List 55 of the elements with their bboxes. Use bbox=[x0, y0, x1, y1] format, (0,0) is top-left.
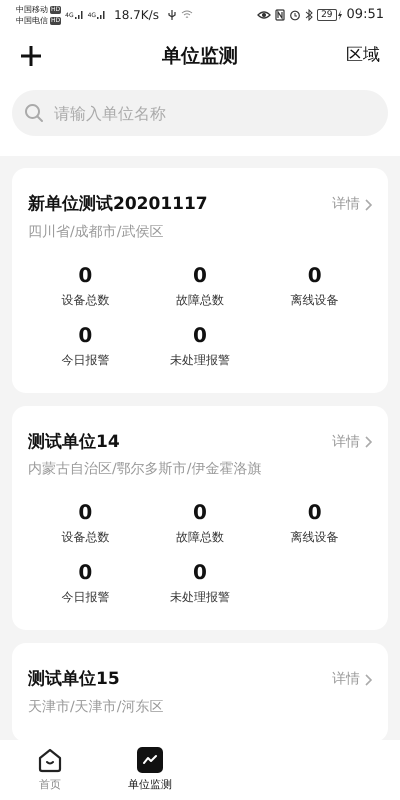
stat-label: 故障总数 bbox=[176, 529, 224, 546]
bluetooth-icon bbox=[305, 9, 314, 21]
signal-icon bbox=[74, 10, 84, 20]
unit-address: 天津市/天津市/河东区 bbox=[28, 698, 164, 716]
network-speed: 18.7K/s bbox=[114, 7, 159, 24]
chevron-icon bbox=[364, 198, 372, 211]
battery-level: 29 bbox=[317, 9, 337, 21]
stat-value: 0 bbox=[193, 322, 207, 346]
stat-label: 今日报警 bbox=[61, 352, 110, 368]
chart-icon bbox=[137, 746, 163, 773]
stat-label: 离线设备 bbox=[290, 292, 339, 308]
stat-label: 今日报警 bbox=[61, 589, 110, 606]
stat-value: 0 bbox=[193, 262, 207, 286]
wifi-icon bbox=[180, 10, 193, 20]
stat-label: 设备总数 bbox=[61, 292, 110, 308]
search-icon bbox=[24, 103, 44, 123]
search-field[interactable]: 请输入单位名称 bbox=[12, 90, 388, 136]
eye-icon bbox=[257, 10, 272, 20]
stat-label: 设备总数 bbox=[61, 529, 110, 546]
unit-address: 内蒙古自治区/鄂尔多斯市/伊金霍洛旗 bbox=[28, 460, 262, 479]
stat-value: 0 bbox=[78, 322, 92, 346]
signal-icon bbox=[96, 10, 106, 20]
nfc-icon bbox=[275, 9, 286, 21]
nav-tab[interactable]: 单位监测 bbox=[100, 740, 200, 800]
stat-value: 0 bbox=[193, 560, 207, 584]
stat-value: 0 bbox=[78, 500, 92, 524]
stat-value: 0 bbox=[78, 262, 92, 286]
stat-value: 0 bbox=[308, 500, 322, 524]
stat-label: 未处理报警 bbox=[170, 589, 230, 606]
stat-value: 0 bbox=[308, 262, 322, 286]
nav-tab[interactable]: 首页 bbox=[0, 740, 100, 800]
unit-name: 测试单位14 bbox=[28, 430, 120, 454]
unit-name: 新单位测试20201117 bbox=[28, 193, 208, 216]
clock-time: 09:51 bbox=[346, 6, 384, 24]
charging-icon bbox=[336, 10, 343, 20]
unit-card[interactable]: 测试单位15 详情 天津市/天津市/河东区 bbox=[12, 643, 388, 740]
page-title: 单位监测 bbox=[162, 44, 238, 69]
unit-card[interactable]: 新单位测试20201117 详情 四川省/成都市/武侯区 0 设备总数 0 故障总数 0 离线设备 0 今日报警 0 未处理报警 bbox=[12, 168, 388, 392]
chevron-icon bbox=[364, 436, 372, 448]
unit-name: 测试单位15 bbox=[28, 668, 120, 691]
stat-label: 离线设备 bbox=[290, 529, 339, 546]
chevron-icon bbox=[364, 674, 372, 686]
stat-label: 故障总数 bbox=[176, 292, 224, 308]
alarm-icon bbox=[289, 9, 302, 21]
usb-icon bbox=[166, 9, 177, 21]
stat-value: 0 bbox=[193, 500, 207, 524]
stat-value: 0 bbox=[78, 560, 92, 584]
region-button[interactable]: 区域 bbox=[346, 43, 380, 69]
unit-address: 四川省/成都市/武侯区 bbox=[28, 222, 164, 242]
unit-card[interactable]: 测试单位14 详情 内蒙古自治区/鄂尔多斯市/伊金霍洛旗 0 设备总数 0 故障总数 0 离线设备 0 今日报警 0 未处理报警 bbox=[12, 406, 388, 630]
stat-label: 未处理报警 bbox=[170, 352, 230, 368]
carrier-name: 中国电信 bbox=[16, 15, 48, 26]
add-icon[interactable] bbox=[20, 45, 42, 67]
carrier-name: 中国移动 bbox=[16, 4, 48, 15]
home-icon bbox=[37, 746, 63, 773]
